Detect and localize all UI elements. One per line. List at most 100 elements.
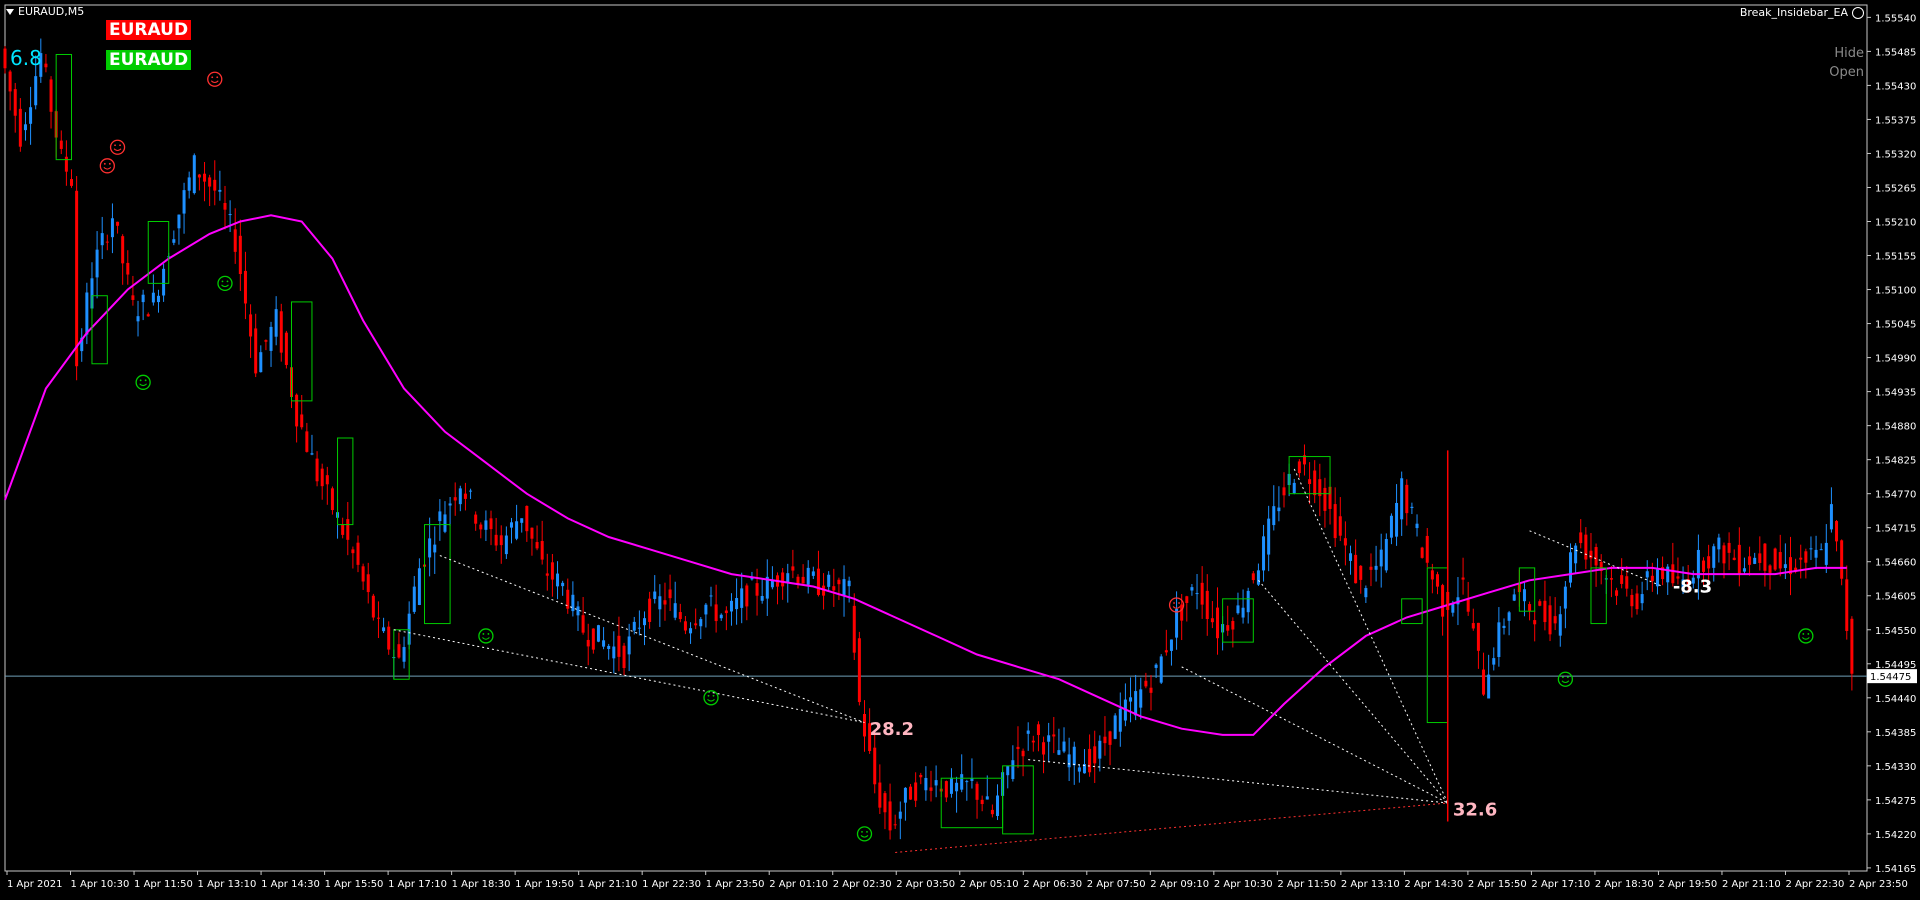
candle-body <box>755 583 759 596</box>
candle-body <box>1829 504 1833 530</box>
candle-body <box>1415 523 1419 529</box>
hide-button[interactable]: Hide <box>1834 46 1864 61</box>
candle-body <box>428 538 432 558</box>
y-tick-label: 1.54275 <box>1875 796 1916 807</box>
price-chart[interactable]: 1.55540 1.55485 1.55430 1.55375 1.55320 1.552… <box>0 0 1920 900</box>
candle-body <box>162 268 166 296</box>
candle-body <box>1349 553 1353 561</box>
candle-body <box>1118 708 1122 732</box>
candle-body <box>499 535 503 546</box>
candle-body <box>1615 590 1619 596</box>
candle-body <box>1799 557 1803 560</box>
x-tick-label: 1 Apr 17:10 <box>388 879 447 890</box>
candle-body <box>985 796 989 800</box>
candle-body <box>1026 730 1030 734</box>
candle-body <box>883 793 887 813</box>
candle-body <box>238 235 242 275</box>
candle-body <box>596 625 600 642</box>
smiley-eye <box>1178 602 1180 604</box>
candle-body <box>18 108 22 147</box>
candle-body <box>1159 656 1163 683</box>
candle-body <box>740 588 744 608</box>
candle-body <box>13 89 17 116</box>
candle-body <box>694 623 698 626</box>
smiley-eye <box>226 280 229 283</box>
candle-body <box>571 594 575 612</box>
chart-window[interactable]: 1.55540 1.55485 1.55430 1.55375 1.55320 1.552… <box>0 0 1920 900</box>
candle-body <box>1845 579 1849 631</box>
candle-body <box>1175 608 1179 638</box>
smiley-mouth <box>482 637 490 640</box>
candle-body <box>607 645 611 649</box>
candle-body <box>172 239 176 243</box>
candle-body <box>177 214 181 229</box>
x-tick-label: 2 Apr 11:50 <box>1277 879 1336 890</box>
candle-body <box>1425 535 1429 563</box>
x-tick-label: 1 Apr 15:50 <box>325 879 384 890</box>
smiley-icon <box>207 71 223 87</box>
candle-body <box>1471 623 1475 629</box>
candle-body <box>1758 553 1762 563</box>
symbol-menu[interactable]: EURAUD,M5 <box>6 5 84 18</box>
candle-body <box>49 79 53 112</box>
y-tick-label: 1.55210 <box>1875 218 1916 229</box>
candle-body <box>612 646 616 659</box>
candle-body <box>934 780 938 786</box>
candle-body <box>1824 542 1828 565</box>
score-readout: 6.8 <box>10 46 42 70</box>
candle-body <box>243 270 247 304</box>
open-button[interactable]: Open <box>1829 65 1864 80</box>
candle-body <box>397 644 401 658</box>
candle-body <box>745 585 749 607</box>
candle-body <box>366 574 370 593</box>
candle-body <box>653 591 657 599</box>
candle-body <box>1589 550 1593 559</box>
candle-body <box>530 527 534 539</box>
candle-body <box>274 309 278 337</box>
candle-body <box>842 579 846 596</box>
candle-body <box>402 647 406 662</box>
smiley-eye <box>144 379 147 382</box>
smiley-icon <box>1852 6 1864 19</box>
y-tick-label: 1.54605 <box>1875 592 1916 603</box>
candle-body <box>1384 539 1388 571</box>
candle-body <box>1297 461 1301 474</box>
candle-body <box>704 604 708 615</box>
x-tick-label: 1 Apr 23:50 <box>706 879 765 890</box>
candle-body <box>996 795 1000 816</box>
candle-body <box>1333 504 1337 539</box>
x-tick-label: 1 Apr 18:30 <box>452 879 511 890</box>
candle-body <box>1267 518 1271 555</box>
candle-body <box>857 638 861 703</box>
candle-body <box>1814 549 1818 558</box>
x-tick-label: 2 Apr 05:10 <box>960 879 1019 890</box>
candle-body <box>990 809 994 815</box>
candle-body <box>1476 622 1480 651</box>
candle-body <box>1563 586 1567 609</box>
candle-body <box>1579 532 1583 544</box>
candle-body <box>1783 564 1787 569</box>
candle-body <box>361 566 365 582</box>
smiley-mouth <box>1801 637 1810 640</box>
candle-body <box>1400 478 1404 520</box>
candle-body <box>1405 484 1409 514</box>
candle-body <box>1144 680 1148 687</box>
sell-symbol-badge[interactable]: EURAUD <box>106 20 192 40</box>
buy-symbol-badge[interactable]: EURAUD <box>106 50 192 70</box>
candle-body <box>100 233 104 246</box>
y-tick-label: 1.54495 <box>1875 660 1916 671</box>
candle-body <box>893 824 897 826</box>
candle-body <box>561 582 565 587</box>
candle-body <box>458 488 462 505</box>
expert-advisor-label[interactable]: Break_Insidebar_EA <box>1740 6 1864 19</box>
y-tick-label: 1.54330 <box>1875 762 1916 773</box>
candle-body <box>648 598 652 622</box>
candle-body <box>1129 697 1133 702</box>
candle-body <box>581 615 585 633</box>
candle-body <box>816 568 820 595</box>
candle-body <box>1809 548 1813 550</box>
candle-body <box>535 542 539 549</box>
candle-body <box>1154 664 1158 668</box>
candle-body <box>1461 577 1465 580</box>
candle-body <box>1098 740 1102 759</box>
